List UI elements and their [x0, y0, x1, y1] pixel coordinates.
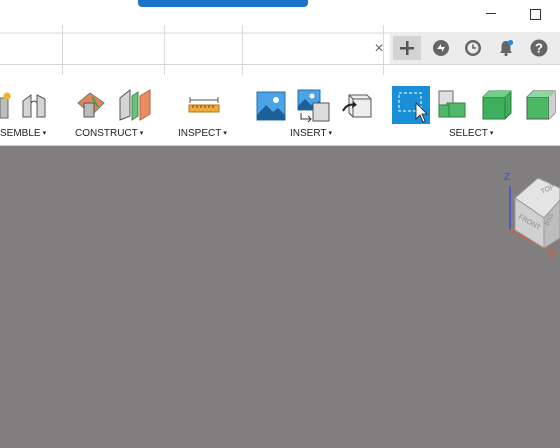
plus-icon [400, 41, 414, 55]
clock-icon [465, 40, 481, 56]
extensions-button[interactable] [431, 38, 451, 58]
help-icon: ? [530, 39, 548, 57]
toolbar-divider [164, 25, 165, 75]
insert-decal-tool[interactable] [256, 91, 286, 121]
view-cube[interactable]: TOP FRONT RIG Z X [500, 168, 560, 268]
axis-x-label: X [550, 252, 557, 263]
document-tab[interactable]: × [0, 34, 390, 64]
joint-icon [22, 94, 46, 118]
new-component-tool[interactable] [0, 90, 12, 120]
construct-group-label[interactable]: CONSTRUCT ▾ [75, 128, 143, 140]
measure-tool[interactable] [188, 97, 220, 113]
midplane-icon [119, 88, 151, 121]
notifications-button[interactable] [496, 38, 516, 58]
select-group-label[interactable]: SELECT ▾ [449, 128, 493, 140]
toolbar-divider [242, 25, 243, 75]
body-select-icon [482, 90, 512, 120]
new-tab-button[interactable] [393, 36, 421, 60]
toolbar-divider [383, 25, 384, 75]
select-priority-icon [438, 90, 466, 118]
canvas-icon [297, 89, 330, 123]
job-status-button[interactable] [463, 38, 483, 58]
component-select-icon [526, 90, 556, 120]
chevron-down-icon: ▾ [139, 130, 144, 137]
title-bar [0, 0, 560, 32]
maximize-button[interactable] [530, 9, 541, 20]
measure-icon [188, 97, 220, 113]
3d-viewport[interactable] [0, 146, 560, 448]
insert-mesh-tool[interactable] [341, 89, 373, 121]
view-cube-icon: TOP FRONT RIG Z X [504, 172, 560, 263]
svg-text:?: ? [535, 41, 543, 56]
insert-group-label[interactable]: INSERT ▾ [290, 128, 332, 140]
assemble-group-label[interactable]: SEMBLE ▾ [0, 128, 46, 140]
minimize-button[interactable] [486, 13, 496, 14]
bell-icon [500, 39, 514, 57]
select-body-tool[interactable] [481, 89, 513, 121]
help-button[interactable]: ? [529, 38, 549, 58]
inspect-group-label[interactable]: INSPECT ▾ [178, 128, 227, 140]
extensions-icon [433, 40, 449, 56]
toolbar-divider [62, 25, 63, 75]
window-select-icon [392, 86, 430, 124]
title-accent-bar [138, 0, 308, 7]
offset-plane-icon [77, 92, 105, 118]
joint-tool[interactable] [19, 89, 51, 121]
new-component-icon [0, 92, 11, 119]
image-icon [256, 91, 286, 121]
select-priority-tool[interactable] [437, 89, 469, 121]
window-select-tool[interactable] [392, 86, 430, 124]
axis-z-label: Z [504, 172, 510, 183]
select-component-tool[interactable] [525, 89, 557, 121]
insert-canvas-tool[interactable] [297, 89, 331, 123]
midplane-tool[interactable] [118, 88, 152, 122]
chevron-down-icon: ▾ [42, 130, 47, 137]
offset-plane-tool[interactable] [76, 89, 108, 121]
chevron-down-icon: ▾ [328, 130, 333, 137]
chevron-down-icon: ▾ [223, 130, 227, 137]
insert-mesh-icon [342, 94, 372, 118]
chevron-down-icon: ▾ [489, 130, 494, 137]
